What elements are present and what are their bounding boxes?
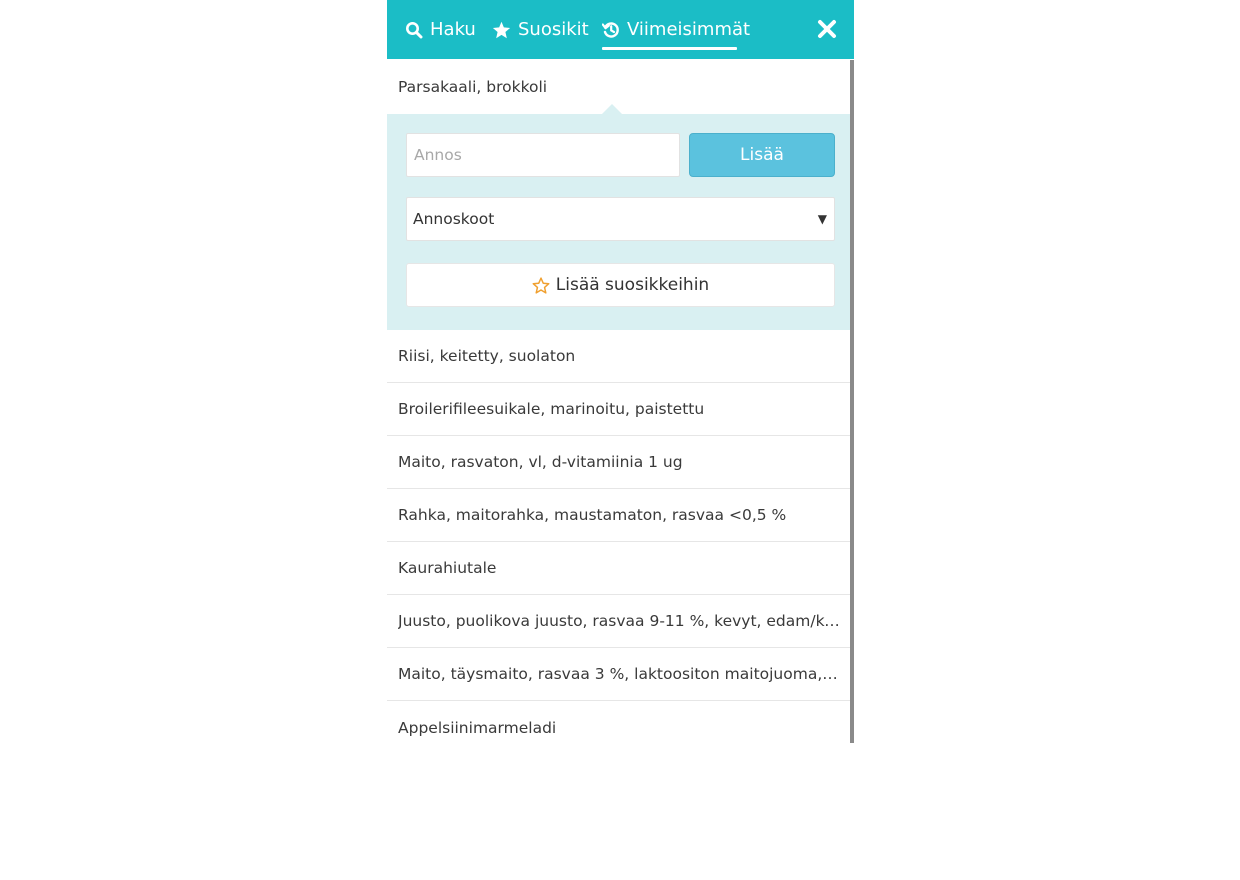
add-button-label: Lisää: [740, 145, 784, 165]
add-to-favorites-label: Lisää suosikkeihin: [555, 275, 710, 295]
star-icon: [492, 21, 511, 39]
list-item[interactable]: Riisi, keitetty, suolaton: [387, 330, 850, 383]
history-icon: [602, 21, 620, 39]
list-item-label: Rahka, maitorahka, maustamaton, rasvaa <…: [398, 506, 787, 524]
list-item[interactable]: Broilerifileesuikale, marinoitu, paistet…: [387, 383, 850, 436]
active-tab-indicator: [602, 47, 737, 50]
portion-input[interactable]: [406, 133, 680, 177]
list-item-label: Kaurahiutale: [398, 559, 497, 577]
star-outline-icon: [532, 276, 550, 294]
list-item-label: Appelsiinimarmeladi: [398, 718, 557, 737]
list-item-label: Riisi, keitetty, suolaton: [398, 347, 576, 365]
list-item[interactable]: Juusto, puolikova juusto, rasvaa 9-11 %,…: [387, 595, 850, 648]
list-item[interactable]: Maito, rasvaton, vl, d-vitamiinia 1 ug: [387, 436, 850, 489]
tab-viimeisimmat[interactable]: Viimeisimmät: [602, 0, 750, 59]
close-icon: [815, 20, 839, 45]
top-bar: Haku Suosikit Viimeisimmät: [387, 0, 854, 59]
list-item[interactable]: Rahka, maitorahka, maustamaton, rasvaa <…: [387, 489, 850, 542]
list-item-label: Maito, rasvaton, vl, d-vitamiinia 1 ug: [398, 453, 683, 471]
caret-pointer: [602, 104, 622, 114]
close-button[interactable]: [815, 17, 839, 41]
list-item[interactable]: Kaurahiutale: [387, 542, 850, 595]
add-to-favorites-button[interactable]: Lisää suosikkeihin: [406, 263, 835, 307]
food-picker-panel: Haku Suosikit Viimeisimmät Parsakaali, b…: [387, 0, 854, 743]
recent-foods-list[interactable]: Parsakaali, brokkoli Lisää Annoskoot ▼ L…: [387, 60, 854, 743]
tab-label: Haku: [430, 19, 476, 40]
list-item-label: Maito, täysmaito, rasvaa 3 %, laktoosito…: [398, 665, 842, 683]
list-item[interactable]: Appelsiinimarmeladi: [387, 701, 850, 743]
portion-sizes-value: Annoskoot: [413, 210, 495, 228]
list-item-label: Juusto, puolikova juusto, rasvaa 9-11 %,…: [398, 612, 842, 630]
tab-haku[interactable]: Haku: [405, 0, 476, 59]
tab-label: Suosikit: [518, 19, 589, 40]
list-item-label: Parsakaali, brokkoli: [398, 77, 548, 96]
add-button[interactable]: Lisää: [689, 133, 835, 177]
portion-sizes-select[interactable]: Annoskoot ▼: [406, 197, 835, 241]
list-item-label: Broilerifileesuikale, marinoitu, paistet…: [398, 400, 705, 418]
tab-suosikit[interactable]: Suosikit: [492, 0, 589, 59]
portion-editor: Lisää Annoskoot ▼ Lisää suosikkeihin: [387, 104, 850, 330]
dropdown-arrow-icon: ▼: [817, 212, 827, 226]
search-icon: [405, 21, 423, 39]
list-item[interactable]: Maito, täysmaito, rasvaa 3 %, laktoosito…: [387, 648, 850, 701]
tab-label: Viimeisimmät: [627, 19, 751, 40]
